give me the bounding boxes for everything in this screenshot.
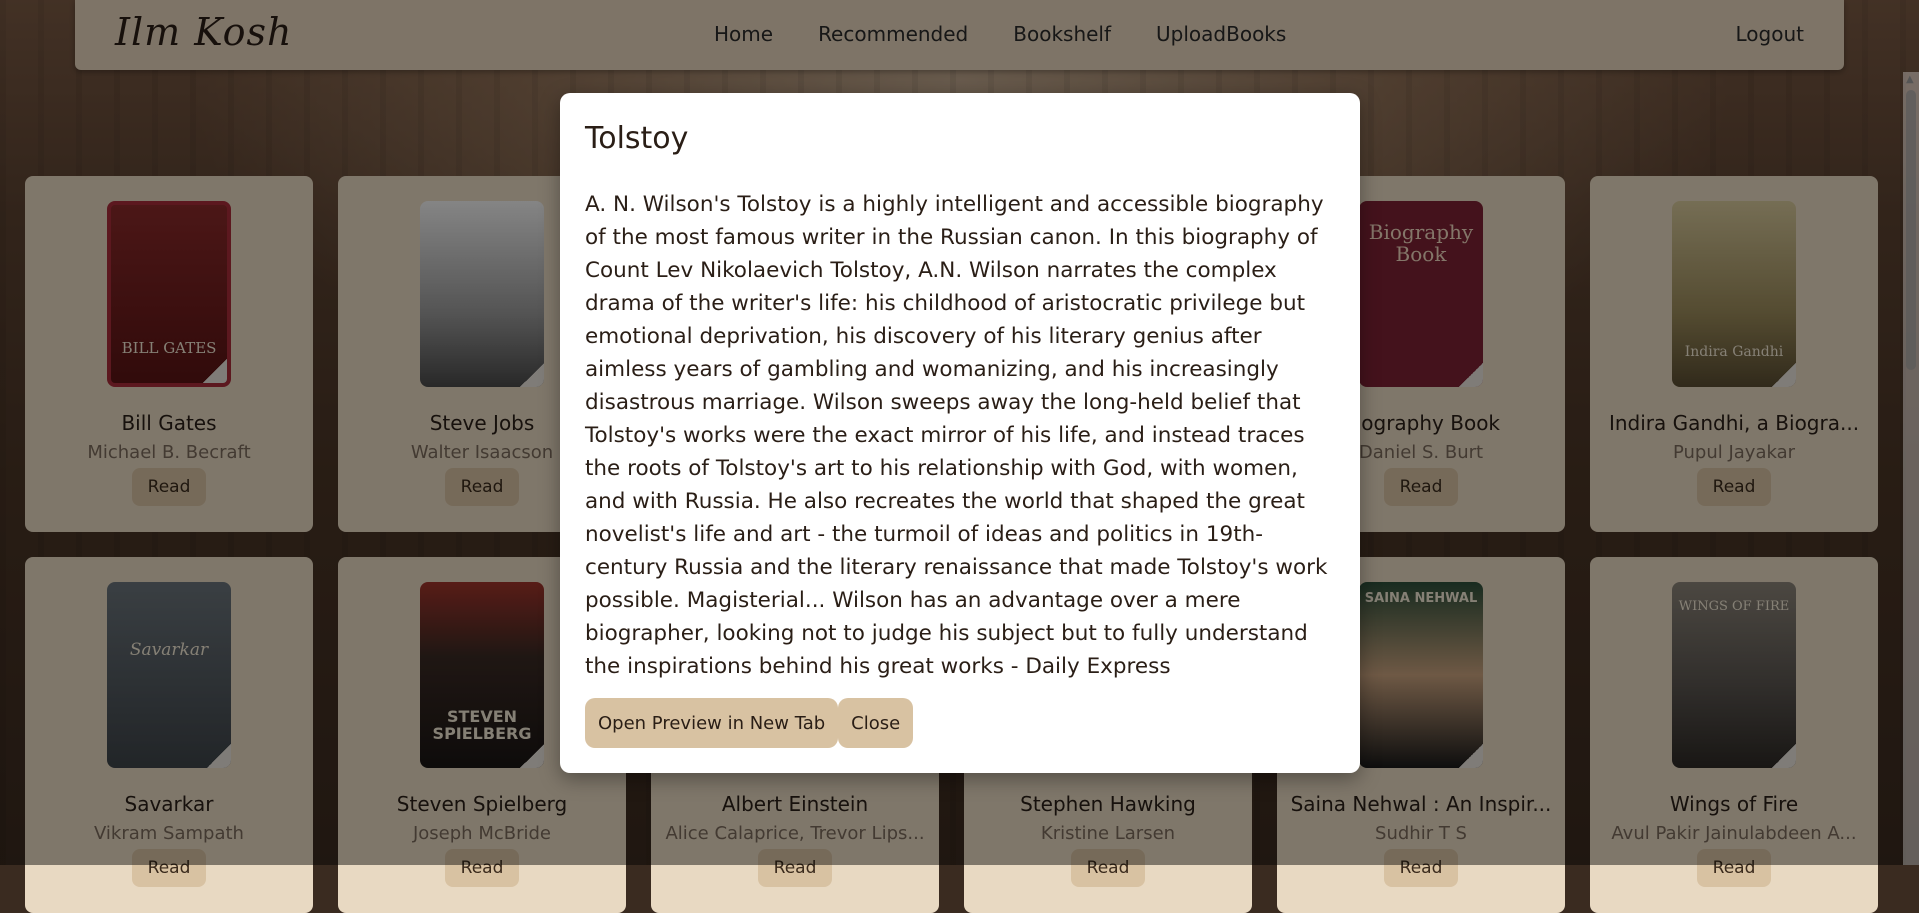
page-scrollbar[interactable]: ▲: [1903, 72, 1919, 865]
modal-actions: Open Preview in New Tab Close: [585, 698, 914, 748]
scroll-up-arrow-icon[interactable]: ▲: [1906, 74, 1914, 85]
close-button[interactable]: Close: [838, 698, 914, 748]
modal-description: A. N. Wilson's Tolstoy is a highly intel…: [585, 192, 1328, 679]
open-preview-button[interactable]: Open Preview in New Tab: [585, 698, 839, 748]
scrollbar-thumb[interactable]: [1906, 90, 1916, 370]
book-preview-modal: Tolstoy A. N. Wilson's Tolstoy is a high…: [560, 93, 1360, 773]
modal-title: Tolstoy: [585, 121, 689, 156]
